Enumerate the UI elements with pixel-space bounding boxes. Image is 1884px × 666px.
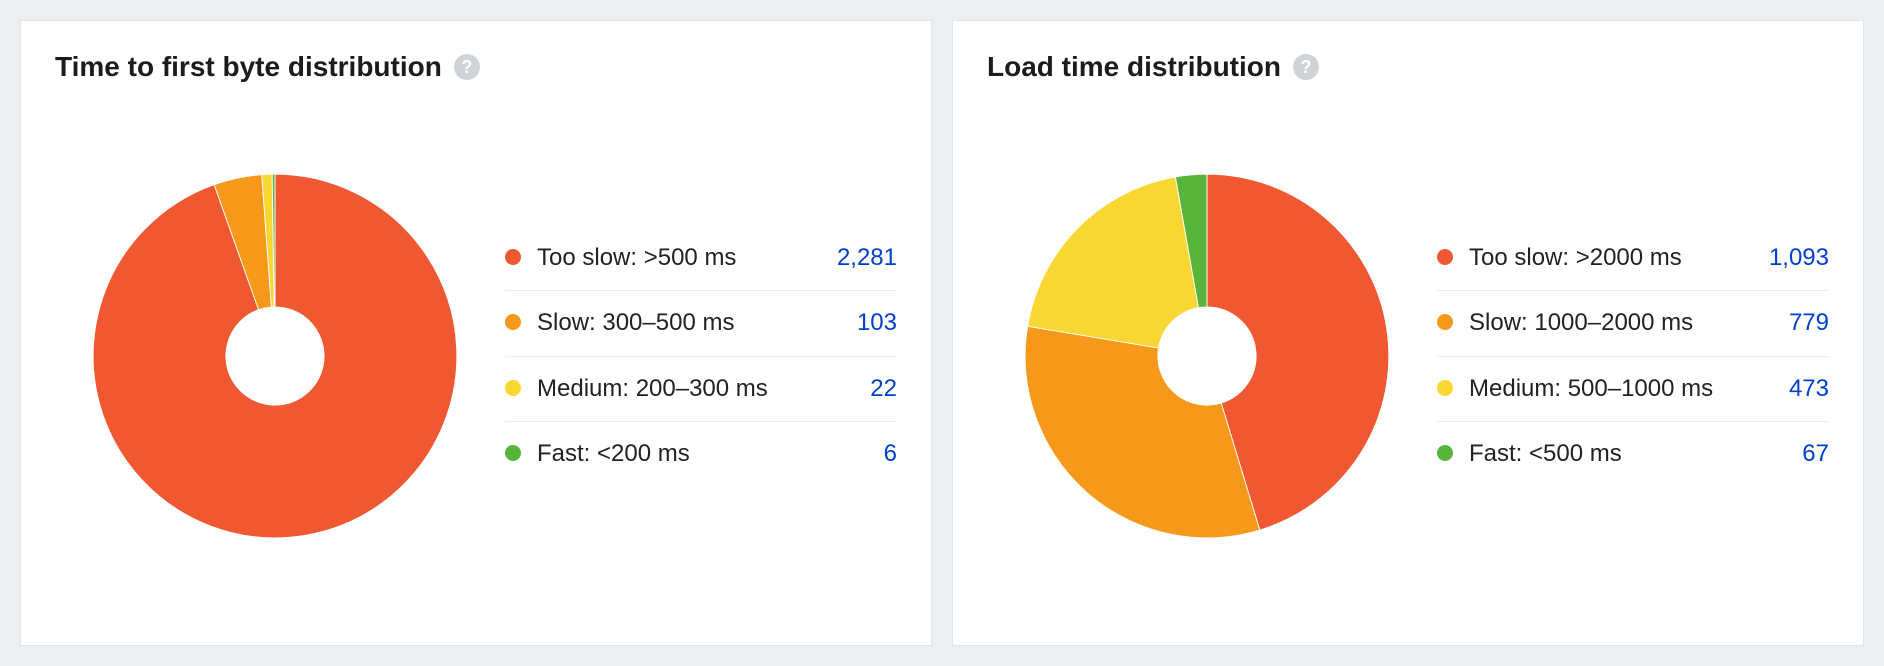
card-header: Load time distribution ? — [987, 51, 1829, 83]
legend-swatch — [1437, 445, 1453, 461]
legend-item[interactable]: Fast: <500 ms67 — [1437, 422, 1829, 486]
legend-swatch — [1437, 314, 1453, 330]
legend-label: Too slow: >2000 ms — [1469, 242, 1769, 274]
donut-hole — [1158, 307, 1256, 405]
donut-hole — [226, 307, 324, 405]
legend-value: 67 — [1802, 438, 1829, 470]
card-header: Time to first byte distribution ? — [55, 51, 897, 83]
dashboard-row: Time to first byte distribution ? Too sl… — [0, 0, 1884, 666]
legend-value: 103 — [857, 307, 897, 339]
legend-value: 6 — [884, 438, 897, 470]
donut-chart-loadtime — [987, 146, 1427, 566]
legend-label: Fast: <200 ms — [537, 438, 884, 470]
card-body: Too slow: >500 ms2,281Slow: 300–500 ms10… — [55, 87, 897, 625]
legend-label: Fast: <500 ms — [1469, 438, 1802, 470]
legend-label: Slow: 300–500 ms — [537, 307, 857, 339]
legend: Too slow: >500 ms2,281Slow: 300–500 ms10… — [505, 226, 897, 487]
legend-item[interactable]: Too slow: >500 ms2,281 — [505, 226, 897, 291]
legend-item[interactable]: Slow: 300–500 ms103 — [505, 291, 897, 356]
donut-chart-ttfb — [55, 146, 495, 566]
legend-swatch — [1437, 380, 1453, 396]
legend-value: 1,093 — [1769, 242, 1829, 274]
legend-item[interactable]: Fast: <200 ms6 — [505, 422, 897, 486]
legend-swatch — [505, 380, 521, 396]
legend-swatch — [505, 314, 521, 330]
legend-label: Medium: 500–1000 ms — [1469, 373, 1789, 405]
card-body: Too slow: >2000 ms1,093Slow: 1000–2000 m… — [987, 87, 1829, 625]
legend-label: Slow: 1000–2000 ms — [1469, 307, 1789, 339]
card-ttfb: Time to first byte distribution ? Too sl… — [20, 20, 932, 646]
donut-svg — [75, 156, 475, 556]
donut-svg — [1007, 156, 1407, 556]
legend-value: 2,281 — [837, 242, 897, 274]
legend-value: 22 — [870, 373, 897, 405]
legend-swatch — [505, 249, 521, 265]
card-title: Load time distribution — [987, 51, 1281, 83]
legend-label: Too slow: >500 ms — [537, 242, 837, 274]
legend-swatch — [505, 445, 521, 461]
legend-label: Medium: 200–300 ms — [537, 373, 870, 405]
legend-item[interactable]: Slow: 1000–2000 ms779 — [1437, 291, 1829, 356]
legend: Too slow: >2000 ms1,093Slow: 1000–2000 m… — [1437, 226, 1829, 487]
help-icon[interactable]: ? — [454, 54, 480, 80]
card-loadtime: Load time distribution ? Too slow: >2000… — [952, 20, 1864, 646]
legend-item[interactable]: Medium: 500–1000 ms473 — [1437, 357, 1829, 422]
legend-value: 779 — [1789, 307, 1829, 339]
card-title: Time to first byte distribution — [55, 51, 442, 83]
legend-item[interactable]: Medium: 200–300 ms22 — [505, 357, 897, 422]
help-icon[interactable]: ? — [1293, 54, 1319, 80]
legend-value: 473 — [1789, 373, 1829, 405]
legend-item[interactable]: Too slow: >2000 ms1,093 — [1437, 226, 1829, 291]
legend-swatch — [1437, 249, 1453, 265]
